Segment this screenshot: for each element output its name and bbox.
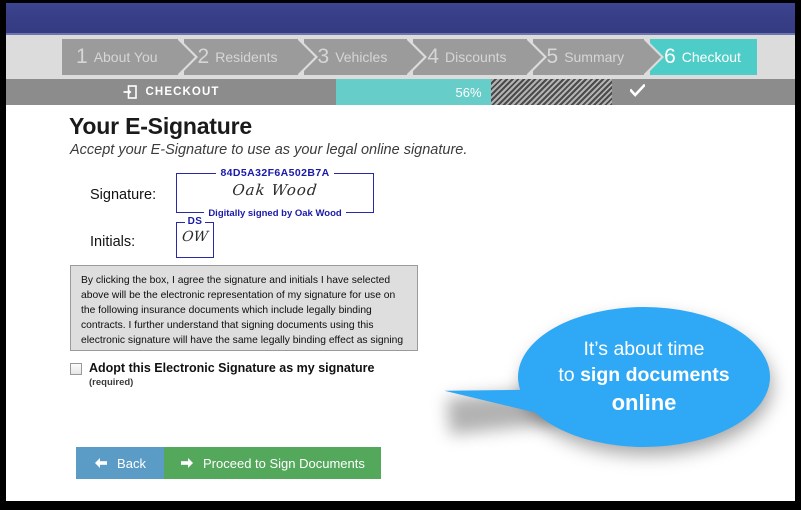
- step-number: 4: [427, 44, 440, 68]
- app-header-bar: [6, 3, 795, 33]
- initials-hash: DS: [177, 216, 213, 227]
- signature-box[interactable]: 84D5A32F6A502B7A Oak Wood Digitally sign…: [176, 167, 374, 219]
- step-label: Residents: [215, 49, 278, 65]
- callout-body: It’s about time to sign documents online: [518, 307, 770, 447]
- step-number: 6: [664, 44, 676, 68]
- progress-track: 56%: [336, 79, 612, 105]
- initials-hash-text: DS: [184, 216, 206, 227]
- signature-label: Signature:: [90, 187, 157, 203]
- progress-percent-text: 56%: [455, 84, 482, 100]
- progress-stage-label: CHECKOUT: [6, 79, 336, 105]
- progress-stage-text: CHECKOUT: [145, 86, 220, 98]
- signature-row: Signature: 84D5A32F6A502B7A Oak Wood Dig…: [70, 167, 470, 219]
- signature-signed-by-text: Digitally signed by Oak Wood: [204, 208, 346, 219]
- callout-bubble: It’s about time to sign documents online: [438, 301, 778, 461]
- agreement-text-box: By clicking the box, I agree the signatu…: [70, 265, 418, 351]
- step-number: 5: [546, 44, 559, 68]
- initials-cursive: OW: [181, 229, 209, 245]
- signature-hash: 84D5A32F6A502B7A: [177, 167, 373, 179]
- initials-row: Initials: DS OW: [70, 216, 370, 262]
- adopt-signature-checkbox[interactable]: [70, 363, 82, 375]
- back-button[interactable]: Back: [76, 447, 164, 479]
- action-buttons: Back Proceed to Sign Documents: [76, 447, 381, 479]
- progress-fill: 56%: [336, 79, 491, 105]
- steps-bar: 1 About You 2 Residents 3 Vehicles 4 Dis…: [6, 35, 795, 79]
- proceed-button-label: Proceed to Sign Documents: [203, 455, 365, 471]
- content-page: Your E-Signature Accept your E-Signature…: [6, 105, 795, 501]
- page-subtitle: Accept your E-Signature to use as your l…: [70, 142, 468, 158]
- step-vehicles[interactable]: 3 Vehicles: [303, 39, 428, 75]
- step-label: Discounts: [445, 49, 507, 65]
- step-label: About You: [93, 49, 158, 65]
- arrow-left-icon: [94, 457, 108, 469]
- initials-label: Initials:: [90, 234, 136, 250]
- step-label: Vehicles: [335, 49, 388, 65]
- step-label: Summary: [564, 49, 625, 65]
- progress-complete-indicator: [612, 79, 795, 105]
- step-about-you[interactable]: 1 About You: [62, 39, 198, 75]
- steps-list: 1 About You 2 Residents 3 Vehicles 4 Dis…: [62, 39, 763, 75]
- step-number: 3: [317, 44, 330, 68]
- step-label: Checkout: [681, 49, 741, 65]
- callout-line-3: online: [611, 390, 677, 416]
- callout-line-2-bold: sign documents: [580, 364, 730, 387]
- proceed-to-sign-button[interactable]: Proceed to Sign Documents: [164, 447, 381, 479]
- signature-cursive: Oak Wood: [231, 181, 319, 199]
- browser-window: 1 About You 2 Residents 3 Vehicles 4 Dis…: [0, 0, 801, 510]
- step-checkout[interactable]: 6 Checkout: [650, 39, 757, 75]
- callout-line-1: It’s about time: [583, 338, 705, 361]
- sign-in-arrow-icon: [123, 85, 137, 99]
- signature-hash-text: 84D5A32F6A502B7A: [216, 167, 334, 179]
- required-note: (required): [89, 377, 134, 388]
- arrow-right-icon: [180, 457, 194, 469]
- step-residents[interactable]: 2 Residents: [183, 39, 318, 75]
- back-button-label: Back: [117, 455, 146, 471]
- callout-line-2-prefix: to: [558, 364, 581, 387]
- progress-bar: CHECKOUT 56%: [6, 79, 795, 105]
- step-discounts[interactable]: 4 Discounts: [413, 39, 547, 75]
- checkmark-icon: [629, 83, 646, 101]
- page-title: Your E-Signature: [69, 113, 252, 139]
- initials-box[interactable]: DS OW: [176, 216, 214, 258]
- step-number: 2: [197, 44, 210, 68]
- step-number: 1: [76, 44, 88, 68]
- callout-line-2: to sign documents: [558, 362, 729, 388]
- step-summary[interactable]: 5 Summary: [532, 39, 664, 75]
- adopt-signature-row[interactable]: Adopt this Electronic Signature as my si…: [70, 361, 374, 375]
- adopt-signature-label: Adopt this Electronic Signature as my si…: [89, 361, 375, 375]
